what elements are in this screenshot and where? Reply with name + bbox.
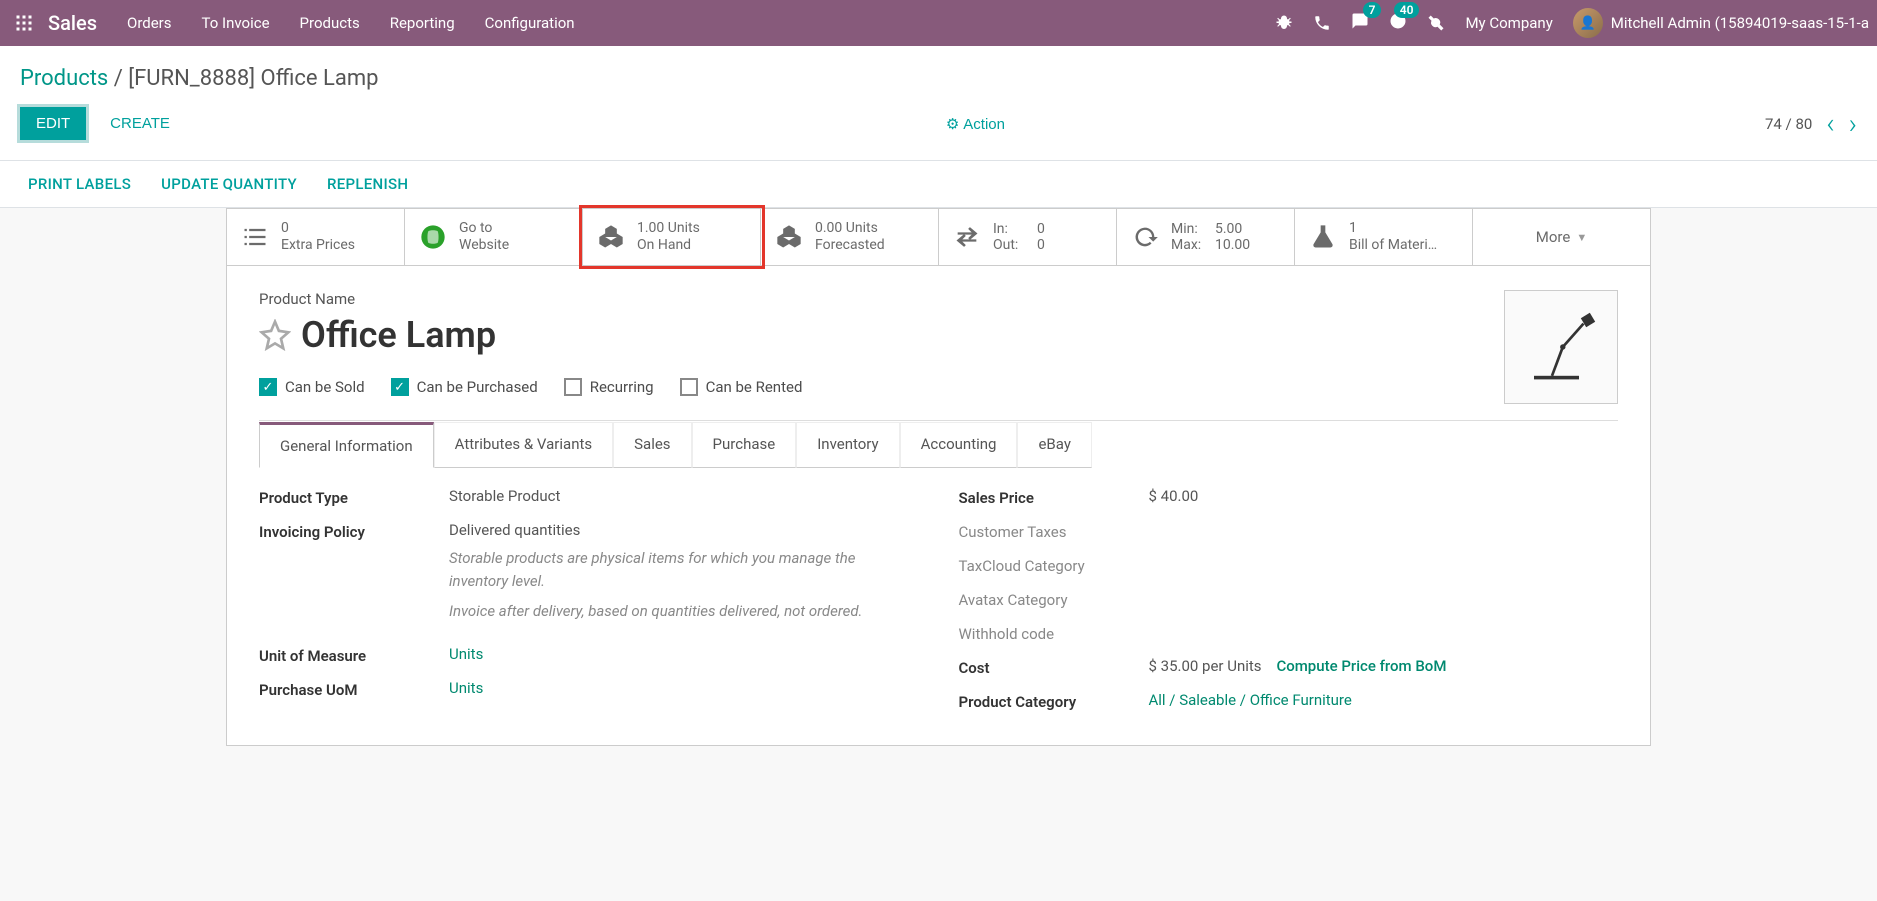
favorite-star-icon[interactable] bbox=[259, 319, 291, 351]
product-type-value: Storable Product bbox=[449, 487, 919, 505]
taxcloud-label: TaxCloud Category bbox=[959, 555, 1149, 575]
right-column: Sales Price $ 40.00 Customer Taxes TaxCl… bbox=[959, 487, 1619, 725]
edit-button[interactable]: EDIT bbox=[20, 107, 86, 140]
nav-menu: Orders To Invoice Products Reporting Con… bbox=[127, 14, 575, 32]
tools-icon[interactable] bbox=[1427, 14, 1445, 32]
messages-button[interactable]: 7 bbox=[1351, 12, 1369, 34]
compute-bom-button[interactable]: Compute Price from BoM bbox=[1276, 657, 1446, 675]
invoicing-policy-label: Invoicing Policy bbox=[259, 521, 449, 541]
nav-orders[interactable]: Orders bbox=[127, 14, 172, 32]
main-navbar: Sales Orders To Invoice Products Reporti… bbox=[0, 0, 1877, 46]
stat-min-max[interactable]: Min:5.00 Max:10.00 bbox=[1117, 209, 1295, 265]
control-area: Products / [FURN_8888] Office Lamp EDIT … bbox=[0, 46, 1877, 161]
update-quantity-button[interactable]: UPDATE QUANTITY bbox=[161, 175, 297, 193]
lamp-image-icon bbox=[1516, 302, 1606, 392]
globe-icon bbox=[419, 223, 447, 251]
product-header: Product Name Office Lamp bbox=[227, 266, 1650, 366]
tab-purchase[interactable]: Purchase bbox=[692, 422, 797, 468]
activities-badge: 40 bbox=[1394, 2, 1420, 18]
stat-bom[interactable]: 1Bill of Materi… bbox=[1295, 209, 1473, 265]
stat-on-hand[interactable]: 1.00 UnitsOn Hand bbox=[583, 209, 761, 265]
tab-attributes-variants[interactable]: Attributes & Variants bbox=[434, 422, 613, 468]
avatax-label: Avatax Category bbox=[959, 589, 1149, 609]
breadcrumb: Products / [FURN_8888] Office Lamp bbox=[0, 46, 1877, 101]
pager: 74 / 80 ‹ › bbox=[1765, 107, 1857, 140]
company-selector[interactable]: My Company bbox=[1465, 14, 1552, 32]
flask-icon bbox=[1309, 223, 1337, 251]
invoice-help-text: Invoice after delivery, based on quantit… bbox=[449, 600, 889, 623]
breadcrumb-sep: / bbox=[114, 66, 129, 91]
tab-inventory[interactable]: Inventory bbox=[796, 422, 899, 468]
tab-ebay[interactable]: eBay bbox=[1017, 422, 1091, 468]
user-menu[interactable]: 👤 Mitchell Admin (15894019-saas-15-1-a bbox=[1573, 8, 1869, 38]
boxes-icon bbox=[597, 223, 625, 251]
pager-prev[interactable]: ‹ bbox=[1826, 107, 1834, 140]
product-type-label: Product Type bbox=[259, 487, 449, 507]
can-be-purchased-checkbox[interactable]: Can be Purchased bbox=[391, 378, 538, 396]
transfer-icon bbox=[953, 223, 981, 251]
app-brand[interactable]: Sales bbox=[48, 11, 97, 35]
apps-launcher-icon[interactable] bbox=[8, 7, 40, 39]
storable-help-text: Storable products are physical items for… bbox=[449, 547, 889, 592]
product-category-value[interactable]: All / Saleable / Office Furniture bbox=[1149, 691, 1352, 709]
stat-in-out[interactable]: In:0 Out:0 bbox=[939, 209, 1117, 265]
customer-taxes-label: Customer Taxes bbox=[959, 521, 1149, 541]
product-name: Office Lamp bbox=[301, 314, 496, 356]
product-tabs: General Information Attributes & Variant… bbox=[259, 420, 1618, 467]
cost-value: $ 35.00 per Units bbox=[1149, 657, 1262, 675]
print-labels-button[interactable]: PRINT LABELS bbox=[28, 175, 131, 193]
status-row: PRINT LABELS UPDATE QUANTITY REPLENISH bbox=[0, 161, 1877, 208]
pager-next[interactable]: › bbox=[1849, 107, 1857, 140]
tab-sales[interactable]: Sales bbox=[613, 422, 691, 468]
breadcrumb-parent[interactable]: Products bbox=[20, 66, 108, 91]
nav-right: 7 40 My Company 👤 Mitchell Admin (158940… bbox=[1275, 8, 1869, 38]
stat-extra-prices[interactable]: 0Extra Prices bbox=[227, 209, 405, 265]
create-button[interactable]: CREATE bbox=[94, 107, 186, 140]
purchase-uom-label: Purchase UoM bbox=[259, 679, 449, 699]
left-column: Product Type Storable Product Invoicing … bbox=[259, 487, 919, 725]
uom-value[interactable]: Units bbox=[449, 645, 483, 663]
stat-more[interactable]: More ▼ bbox=[1473, 209, 1650, 265]
avatar: 👤 bbox=[1573, 8, 1603, 38]
pager-count[interactable]: 74 / 80 bbox=[1765, 115, 1812, 133]
product-name-label: Product Name bbox=[259, 290, 1618, 308]
caret-down-icon: ▼ bbox=[1576, 231, 1587, 244]
nav-reporting[interactable]: Reporting bbox=[390, 14, 455, 32]
can-be-rented-checkbox[interactable]: Can be Rented bbox=[680, 378, 803, 396]
product-image[interactable] bbox=[1504, 290, 1618, 404]
stat-go-to-website[interactable]: Go toWebsite bbox=[405, 209, 583, 265]
sales-price-value: $ 40.00 bbox=[1149, 487, 1619, 505]
user-name: Mitchell Admin (15894019-saas-15-1-a bbox=[1611, 14, 1869, 32]
form-grid: Product Type Storable Product Invoicing … bbox=[227, 467, 1650, 745]
uom-label: Unit of Measure bbox=[259, 645, 449, 665]
nav-to-invoice[interactable]: To Invoice bbox=[202, 14, 270, 32]
gear-icon: ⚙ bbox=[946, 116, 959, 133]
list-icon bbox=[241, 223, 269, 251]
messages-badge: 7 bbox=[1363, 2, 1382, 18]
product-category-label: Product Category bbox=[959, 691, 1149, 711]
breadcrumb-current: [FURN_8888] Office Lamp bbox=[128, 66, 378, 91]
recurring-checkbox[interactable]: Recurring bbox=[564, 378, 654, 396]
form-sheet: 0Extra Prices Go toWebsite 1.00 UnitsOn … bbox=[226, 208, 1651, 746]
refresh-icon bbox=[1131, 223, 1159, 251]
tab-general-information[interactable]: General Information bbox=[259, 422, 434, 468]
tab-accounting[interactable]: Accounting bbox=[900, 422, 1018, 468]
nav-configuration[interactable]: Configuration bbox=[485, 14, 575, 32]
boxes-icon bbox=[775, 223, 803, 251]
action-button[interactable]: ⚙Action bbox=[946, 115, 1005, 133]
invoicing-policy-value: Delivered quantities bbox=[449, 521, 919, 539]
nav-products[interactable]: Products bbox=[300, 14, 360, 32]
withhold-label: Withhold code bbox=[959, 623, 1149, 643]
stat-row: 0Extra Prices Go toWebsite 1.00 UnitsOn … bbox=[227, 209, 1650, 266]
stat-forecasted[interactable]: 0.00 UnitsForecasted bbox=[761, 209, 939, 265]
replenish-button[interactable]: REPLENISH bbox=[327, 175, 408, 193]
can-be-sold-checkbox[interactable]: Can be Sold bbox=[259, 378, 365, 396]
activities-button[interactable]: 40 bbox=[1389, 12, 1407, 34]
phone-icon[interactable] bbox=[1313, 14, 1331, 32]
sales-price-label: Sales Price bbox=[959, 487, 1149, 507]
bug-icon[interactable] bbox=[1275, 14, 1293, 32]
cost-label: Cost bbox=[959, 657, 1149, 677]
product-flags: Can be Sold Can be Purchased Recurring C… bbox=[227, 366, 1650, 410]
purchase-uom-value[interactable]: Units bbox=[449, 679, 483, 697]
